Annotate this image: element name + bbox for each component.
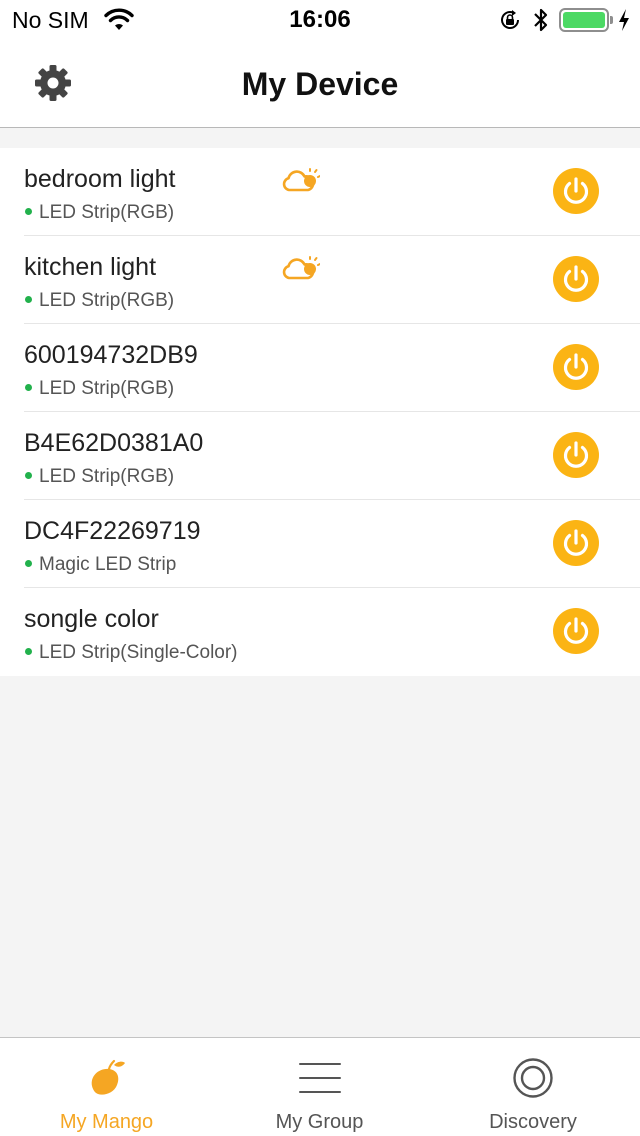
tab-label: My Mango <box>59 1111 154 1133</box>
device-row[interactable]: kitchen light LED Strip(RGB) <box>0 236 640 324</box>
device-name: B4E62D0381A0 <box>24 429 204 457</box>
device-name: kitchen light <box>24 253 157 281</box>
battery-icon <box>559 8 613 32</box>
device-list: bedroom light LED Strip(RGB) kitchen lig… <box>0 148 640 676</box>
tab-label: My Group <box>275 1111 364 1133</box>
power-icon <box>563 441 589 468</box>
online-status-dot <box>25 208 32 215</box>
tab-label: Discovery <box>489 1111 577 1133</box>
cloud-sun-icon <box>282 256 320 280</box>
device-type: LED Strip(Single-Color) <box>39 642 238 663</box>
power-button[interactable] <box>553 344 599 390</box>
device-name: songle color <box>24 605 159 633</box>
power-icon <box>563 353 589 380</box>
power-icon <box>563 265 589 292</box>
power-icon <box>563 529 589 556</box>
device-name: DC4F22269719 <box>24 517 201 545</box>
tab-discovery[interactable]: Discovery <box>426 1038 640 1136</box>
power-icon <box>563 617 589 644</box>
device-name: bedroom light <box>24 165 176 193</box>
power-icon <box>563 177 589 204</box>
tab-my-mango[interactable]: My Mango <box>0 1038 213 1136</box>
online-status-dot <box>25 560 32 567</box>
power-button[interactable] <box>553 256 599 302</box>
online-status-dot <box>25 472 32 479</box>
rotation-lock-icon <box>501 10 519 29</box>
bluetooth-icon <box>534 8 548 32</box>
online-status-dot <box>25 384 32 391</box>
device-type: LED Strip(RGB) <box>39 378 175 399</box>
device-row[interactable]: 600194732DB9 LED Strip(RGB) <box>0 324 640 412</box>
device-name: 600194732DB9 <box>24 341 198 369</box>
mango-icon <box>91 1059 125 1095</box>
power-button[interactable] <box>553 168 599 214</box>
cloud-sun-icon <box>282 168 320 192</box>
device-type: Magic LED Strip <box>39 554 177 575</box>
device-row[interactable]: bedroom light LED Strip(RGB) <box>0 148 640 236</box>
nav-bar: My Device <box>0 40 640 128</box>
menu-lines-icon <box>298 1063 341 1093</box>
device-row[interactable]: songle color LED Strip(Single-Color) <box>0 588 640 676</box>
device-type: LED Strip(RGB) <box>39 466 175 487</box>
status-bar: No SIM 16:06 <box>0 0 640 40</box>
online-status-dot <box>25 648 32 655</box>
charging-bolt-icon <box>619 9 629 31</box>
power-button[interactable] <box>553 608 599 654</box>
power-button[interactable] <box>553 432 599 478</box>
page-title: My Device <box>241 66 399 102</box>
device-type: LED Strip(RGB) <box>39 202 175 223</box>
power-button[interactable] <box>553 520 599 566</box>
device-type: LED Strip(RGB) <box>39 290 175 311</box>
online-status-dot <box>25 296 32 303</box>
device-row[interactable]: B4E62D0381A0 LED Strip(RGB) <box>0 412 640 500</box>
discovery-icon <box>513 1058 553 1098</box>
tab-bar: My Mango My Group Discovery <box>0 1037 640 1136</box>
tab-my-group[interactable]: My Group <box>213 1038 426 1136</box>
device-row[interactable]: DC4F22269719 Magic LED Strip <box>0 500 640 588</box>
